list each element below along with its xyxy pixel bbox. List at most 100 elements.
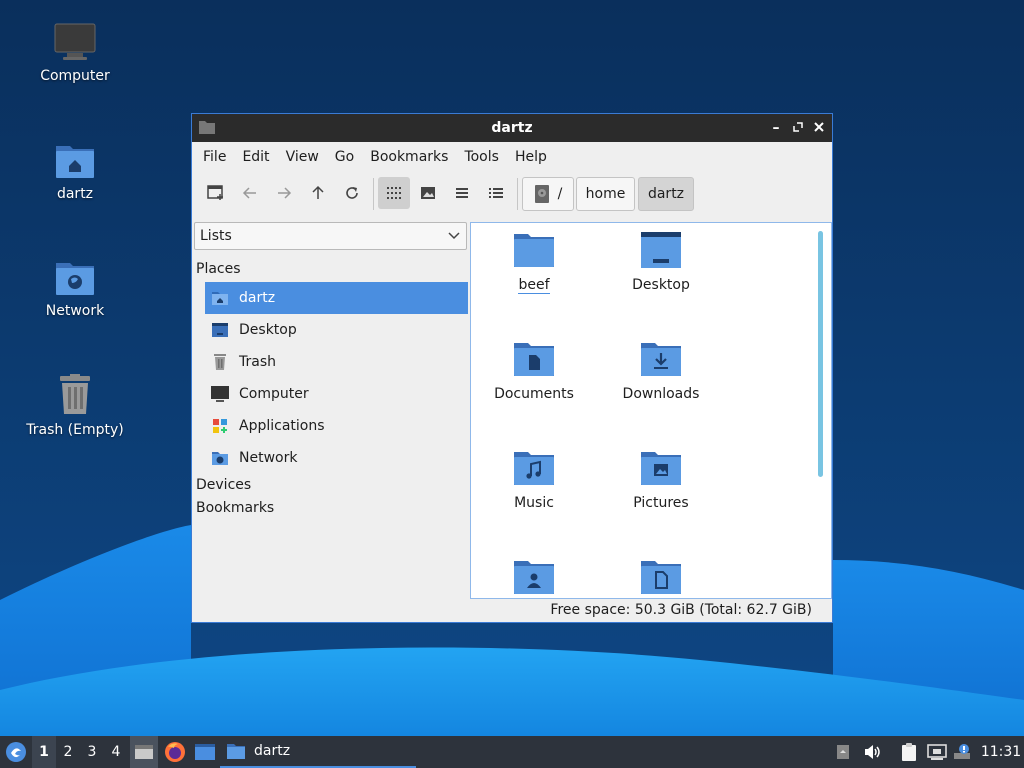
- menu-view[interactable]: View: [278, 142, 327, 172]
- breadcrumb-dartz[interactable]: dartz: [638, 177, 694, 211]
- firefox-launcher[interactable]: [161, 736, 189, 768]
- minimize-button[interactable]: –: [766, 118, 786, 138]
- file-item-pictures[interactable]: Pictures: [606, 449, 716, 511]
- file-manager-icon: [195, 744, 215, 760]
- vertical-scrollbar[interactable]: [818, 231, 823, 477]
- files-view[interactable]: beef Desktop Documents Downloads Music P…: [470, 222, 832, 599]
- place-item-trash[interactable]: Trash: [205, 346, 468, 378]
- desktop-icon-label: Network: [45, 303, 105, 319]
- place-item-applications[interactable]: Applications: [205, 410, 468, 442]
- status-bar-text: Free space: 50.3 GiB (Total: 62.7 GiB): [550, 602, 812, 618]
- pictures-folder-icon: [641, 452, 681, 485]
- desktop-icon-computer[interactable]: Computer: [10, 22, 140, 84]
- compact-view-button[interactable]: [446, 177, 478, 209]
- menu-help[interactable]: Help: [507, 142, 555, 172]
- new-window-button[interactable]: [200, 177, 232, 209]
- place-item-dartz[interactable]: dartz: [205, 282, 468, 314]
- breadcrumb-root-label: /: [557, 186, 563, 202]
- back-arrow-icon: [242, 187, 256, 199]
- show-desktop-icon: [135, 745, 153, 759]
- workspace-3[interactable]: 3: [80, 736, 104, 768]
- forward-button[interactable]: [268, 177, 300, 209]
- clipboard-button[interactable]: [897, 736, 921, 768]
- templates-folder-icon: [641, 561, 681, 594]
- forward-arrow-icon: [278, 187, 292, 199]
- desktop-icon-label: Computer: [40, 68, 110, 84]
- network-folder-icon: [212, 452, 228, 465]
- workspace-2[interactable]: 2: [56, 736, 80, 768]
- breadcrumb-home[interactable]: home: [576, 177, 635, 211]
- close-icon: [814, 122, 824, 132]
- home-folder-icon: [212, 292, 228, 305]
- trash-icon: [60, 374, 90, 414]
- workspace-4[interactable]: 4: [104, 736, 128, 768]
- desktop-icon-trash[interactable]: Trash (Empty): [10, 374, 140, 438]
- file-item-public[interactable]: [479, 558, 589, 598]
- desktop-icon-home[interactable]: dartz: [10, 140, 140, 202]
- icon-view-button[interactable]: [378, 177, 410, 209]
- show-desktop-button[interactable]: [130, 736, 158, 768]
- start-menu-button[interactable]: [2, 736, 30, 768]
- side-pane-mode-select[interactable]: Lists: [194, 222, 467, 250]
- detailed-list-view-button[interactable]: [480, 177, 512, 209]
- place-item-label: dartz: [239, 290, 276, 306]
- back-button[interactable]: [234, 177, 266, 209]
- file-item-label: Music: [514, 495, 554, 511]
- up-button[interactable]: [302, 177, 334, 209]
- compact-view-icon: [456, 188, 468, 198]
- file-item-downloads[interactable]: Downloads: [606, 340, 716, 402]
- trash-icon: [214, 354, 226, 370]
- file-item-label: Documents: [494, 386, 574, 402]
- menu-file[interactable]: File: [195, 142, 234, 172]
- file-item-templates[interactable]: [606, 558, 716, 598]
- menu-tools[interactable]: Tools: [456, 142, 507, 172]
- place-item-network[interactable]: Network: [205, 442, 468, 474]
- network-status-button[interactable]: [925, 736, 949, 768]
- breadcrumb-root[interactable]: /: [522, 177, 574, 211]
- devices-header[interactable]: Devices: [196, 477, 251, 493]
- place-item-desktop[interactable]: Desktop: [205, 314, 468, 346]
- music-folder-icon: [514, 452, 554, 485]
- chevron-down-icon: [448, 232, 460, 240]
- clock[interactable]: 11:31: [978, 736, 1024, 768]
- updates-button[interactable]: [951, 736, 973, 768]
- workspace-1[interactable]: 1: [32, 736, 56, 768]
- volume-button[interactable]: [860, 736, 884, 768]
- menu-go[interactable]: Go: [327, 142, 362, 172]
- new-window-icon: [207, 185, 223, 200]
- up-arrow-icon: [312, 185, 324, 199]
- place-item-label: Network: [239, 450, 298, 466]
- thumbnail-view-button[interactable]: [412, 177, 444, 209]
- place-item-computer[interactable]: Computer: [205, 378, 468, 410]
- place-item-label: Applications: [239, 418, 325, 434]
- place-item-label: Desktop: [239, 322, 297, 338]
- maximize-button[interactable]: [788, 118, 808, 138]
- place-item-label: Computer: [239, 386, 309, 402]
- file-item-desktop[interactable]: Desktop: [606, 231, 716, 293]
- desktop-icon-network[interactable]: Network: [10, 257, 140, 319]
- task-button-dartz[interactable]: dartz: [220, 736, 416, 768]
- menu-edit[interactable]: Edit: [234, 142, 277, 172]
- close-button[interactable]: [809, 118, 829, 138]
- file-item-music[interactable]: Music: [479, 449, 589, 511]
- tray-arrow-button[interactable]: [832, 736, 854, 768]
- file-manager-window[interactable]: dartz – File Edit View Go Bookmarks Tool…: [191, 113, 833, 623]
- file-item-documents[interactable]: Documents: [479, 340, 589, 402]
- bookmarks-header[interactable]: Bookmarks: [196, 500, 274, 516]
- window-titlebar[interactable]: dartz –: [192, 114, 832, 142]
- file-item-beef[interactable]: beef: [479, 231, 589, 294]
- restore-icon: [793, 122, 803, 132]
- menu-bookmarks[interactable]: Bookmarks: [362, 142, 456, 172]
- detailed-list-view-icon: [489, 188, 503, 198]
- desktop-folder-icon: [641, 232, 681, 268]
- public-folder-icon: [514, 561, 554, 594]
- reload-button[interactable]: [336, 177, 368, 209]
- side-pane-mode-value: Lists: [200, 228, 232, 244]
- taskbar: 1 2 3 4 dartz 11:31: [0, 736, 1024, 768]
- desktop-icon: [212, 323, 228, 337]
- file-manager-launcher[interactable]: [191, 736, 219, 768]
- folder-icon: [514, 234, 554, 267]
- clipboard-icon: [902, 743, 916, 761]
- icon-view-icon: [387, 187, 401, 199]
- desktop-icon-label: Trash (Empty): [26, 422, 124, 438]
